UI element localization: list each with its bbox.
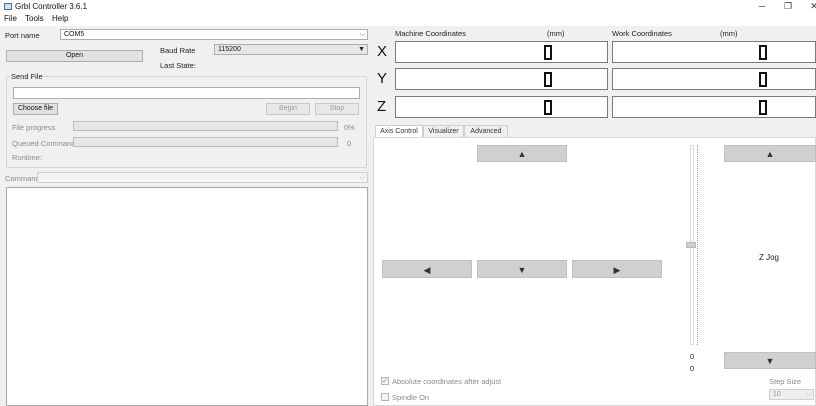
baud-rate-select[interactable]: 115200 ▼ bbox=[214, 44, 368, 55]
menu-file[interactable]: File bbox=[4, 14, 17, 23]
jog-y-plus-button[interactable]: ▲ bbox=[477, 145, 567, 162]
work-coordinates-label: Work Coordinates bbox=[612, 29, 672, 38]
file-progress-value: 0% bbox=[344, 123, 355, 132]
menu-tools[interactable]: Tools bbox=[25, 14, 44, 23]
send-file-title: Send File bbox=[10, 72, 44, 81]
window-title: Grbl Controller 3.6.1 bbox=[15, 2, 88, 11]
absolute-coordinates-label: Absolute coordinates after adjust bbox=[392, 377, 502, 386]
jog-x-plus-button[interactable]: ▶ bbox=[572, 260, 662, 278]
tab-visualizer[interactable]: Visualizer bbox=[423, 125, 464, 137]
jog-x-minus-button[interactable]: ◀ bbox=[382, 260, 472, 278]
menu-bar: File Tools Help bbox=[0, 13, 816, 26]
work-z-value bbox=[759, 100, 767, 115]
queued-commands-bar bbox=[73, 137, 338, 147]
restore-button[interactable]: ❐ bbox=[778, 0, 798, 13]
close-button[interactable]: ✕ bbox=[804, 0, 816, 13]
work-unit-label: (mm) bbox=[720, 29, 738, 38]
work-x-value bbox=[759, 45, 767, 60]
jog-y-minus-button[interactable]: ▼ bbox=[477, 260, 567, 278]
machine-z-display bbox=[395, 96, 608, 118]
work-x-display bbox=[612, 41, 816, 63]
queued-commands-value: 0 bbox=[347, 139, 352, 148]
runtime-label: Runtime: bbox=[12, 153, 43, 162]
port-name-label: Port name bbox=[5, 31, 40, 40]
z-slider-handle[interactable] bbox=[686, 242, 696, 248]
chevron-down-icon: ⌵ bbox=[805, 391, 811, 398]
chevron-down-icon: ⌵ bbox=[359, 31, 365, 38]
menu-help[interactable]: Help bbox=[52, 14, 68, 23]
slider-value-label: 0 bbox=[690, 364, 695, 373]
machine-y-value bbox=[544, 72, 552, 87]
jog-z-plus-button[interactable]: ▲ bbox=[724, 145, 816, 162]
chevron-down-icon: ⌵ bbox=[359, 174, 365, 181]
file-progress-label: File progress bbox=[12, 123, 56, 132]
axis-y-label: Y bbox=[377, 70, 388, 87]
slider-min-label: 0 bbox=[690, 352, 695, 361]
machine-coordinates-label: Machine Coordinates bbox=[395, 29, 466, 38]
command-input[interactable]: ⌵ bbox=[37, 172, 368, 183]
console-output[interactable] bbox=[6, 187, 368, 406]
spindle-on-label: Spindle On bbox=[392, 393, 430, 402]
file-path-input[interactable] bbox=[13, 87, 360, 99]
jog-z-minus-button[interactable]: ▼ bbox=[724, 352, 816, 369]
begin-button[interactable]: Begin bbox=[266, 103, 310, 115]
choose-file-button[interactable]: Choose file bbox=[13, 103, 58, 115]
machine-z-value bbox=[544, 100, 552, 115]
step-size-select[interactable]: 10 ⌵ bbox=[769, 389, 814, 400]
work-y-display bbox=[612, 68, 816, 90]
z-jog-label: Z Jog bbox=[759, 253, 780, 262]
stop-button[interactable]: Stop bbox=[315, 103, 359, 115]
dropdown-arrow-icon: ▼ bbox=[358, 46, 365, 53]
baud-rate-label: Baud Rate bbox=[160, 46, 196, 55]
port-value: COM5 bbox=[64, 31, 85, 38]
port-select[interactable]: COM5 ⌵ bbox=[60, 29, 368, 40]
step-size-value: 10 bbox=[773, 391, 781, 398]
last-state-label: Last State: bbox=[160, 61, 196, 70]
work-z-display bbox=[612, 96, 816, 118]
slider-ticks bbox=[697, 145, 698, 345]
spindle-on-checkbox[interactable] bbox=[381, 393, 389, 401]
machine-x-value bbox=[544, 45, 552, 60]
machine-y-display bbox=[395, 68, 608, 90]
queued-commands-label: Queued Commands bbox=[12, 139, 80, 148]
minimize-button[interactable]: ─ bbox=[752, 0, 772, 13]
step-size-label: Step Size bbox=[769, 377, 802, 386]
file-progress-bar bbox=[73, 121, 338, 131]
open-button[interactable]: Open bbox=[6, 50, 143, 62]
absolute-coordinates-checkbox[interactable]: ✓ bbox=[381, 377, 389, 385]
axis-z-label: Z bbox=[377, 98, 387, 115]
machine-x-display bbox=[395, 41, 608, 63]
work-y-value bbox=[759, 72, 767, 87]
tab-axis-control[interactable]: Axis Control bbox=[375, 125, 423, 137]
tab-advanced[interactable]: Advanced bbox=[464, 125, 508, 137]
baud-rate-value: 115200 bbox=[218, 46, 241, 53]
app-icon bbox=[4, 3, 12, 10]
machine-unit-label: (mm) bbox=[547, 29, 565, 38]
title-bar: Grbl Controller 3.6.1 ─ ❐ ✕ bbox=[0, 0, 816, 13]
axis-x-label: X bbox=[377, 43, 388, 60]
command-label: Command bbox=[5, 174, 40, 183]
